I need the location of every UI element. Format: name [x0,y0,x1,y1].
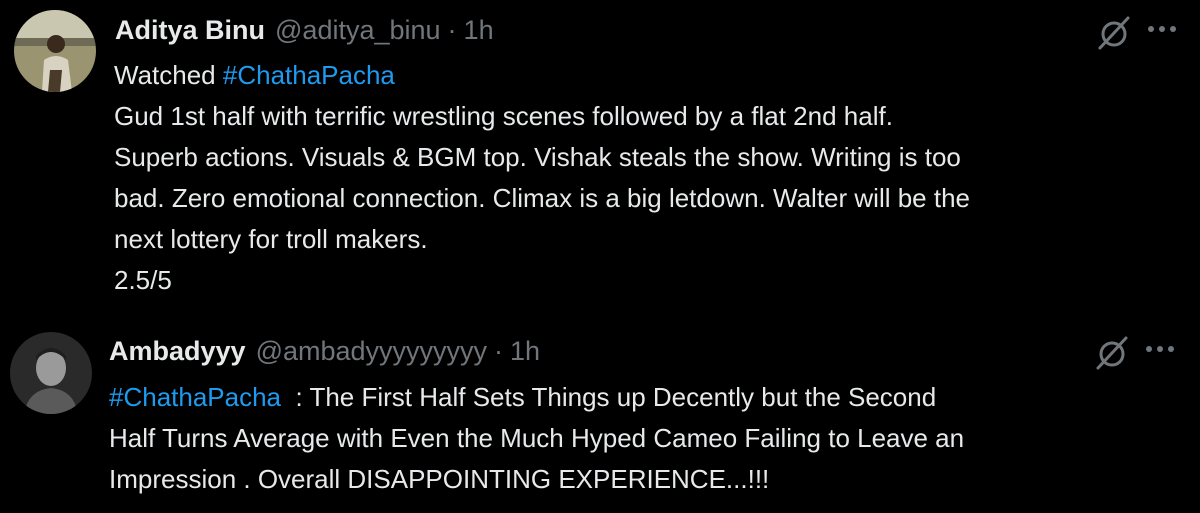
tweet-text: Watched #ChathaPacha Gud 1st half with t… [114,55,970,301]
hashtag-link[interactable]: #ChathaPacha [109,382,281,412]
display-name[interactable]: Aditya Binu [115,15,265,46]
avatar[interactable] [14,10,96,92]
ellipsis-icon[interactable] [1144,342,1176,360]
tweet[interactable]: Aditya Binu @aditya_binu · 1h Watched #C… [0,0,1200,320]
timestamp[interactable]: 1h [464,15,494,46]
display-name[interactable]: Ambadyyy [109,336,246,367]
text-line: bad. Zero emotional connection. Climax i… [114,183,971,213]
text-line: Half Turns Average with Even the Much Hy… [109,423,965,453]
text-line: Impression . Overall DISAPPOINTING EXPER… [109,464,770,494]
text-line: #ChathaPacha : The First Half Sets Thing… [109,377,964,418]
slashed-circle-icon[interactable] [1095,14,1133,57]
tweet[interactable]: Ambadyyy @ambadyyyyyyyyy · 1h #ChathaPac… [0,320,1200,513]
text-prefix: Watched [114,60,223,90]
text-suffix: : The First Half Sets Things up Decently… [281,382,937,412]
separator-dot: · [494,335,504,366]
user-handle[interactable]: @ambadyyyyyyyyy [256,336,487,367]
text-line: Superb actions. Visuals & BGM top. Visha… [114,142,961,172]
person-photo-avatar-icon [10,332,92,414]
rating-text: 2.5/5 [114,265,172,295]
hashtag-link[interactable]: #ChathaPacha [223,60,395,90]
tweet-header: Ambadyyy @ambadyyyyyyyyy · 1h [109,331,540,371]
text-line: Gud 1st half with terrific wrestling sce… [114,101,893,131]
person-photo-avatar-icon [14,10,96,92]
ellipsis-icon[interactable] [1146,22,1178,40]
tweet-text: #ChathaPacha : The First Half Sets Thing… [109,377,964,500]
avatar[interactable] [10,332,92,414]
text-line: next lottery for troll makers. [114,224,428,254]
user-handle[interactable]: @aditya_binu [275,15,441,46]
timestamp[interactable]: 1h [510,336,540,367]
text-line: Watched #ChathaPacha [114,55,970,96]
slashed-circle-icon[interactable] [1093,334,1131,377]
tweet-header: Aditya Binu @aditya_binu · 1h [115,10,494,50]
separator-dot: · [447,14,457,45]
